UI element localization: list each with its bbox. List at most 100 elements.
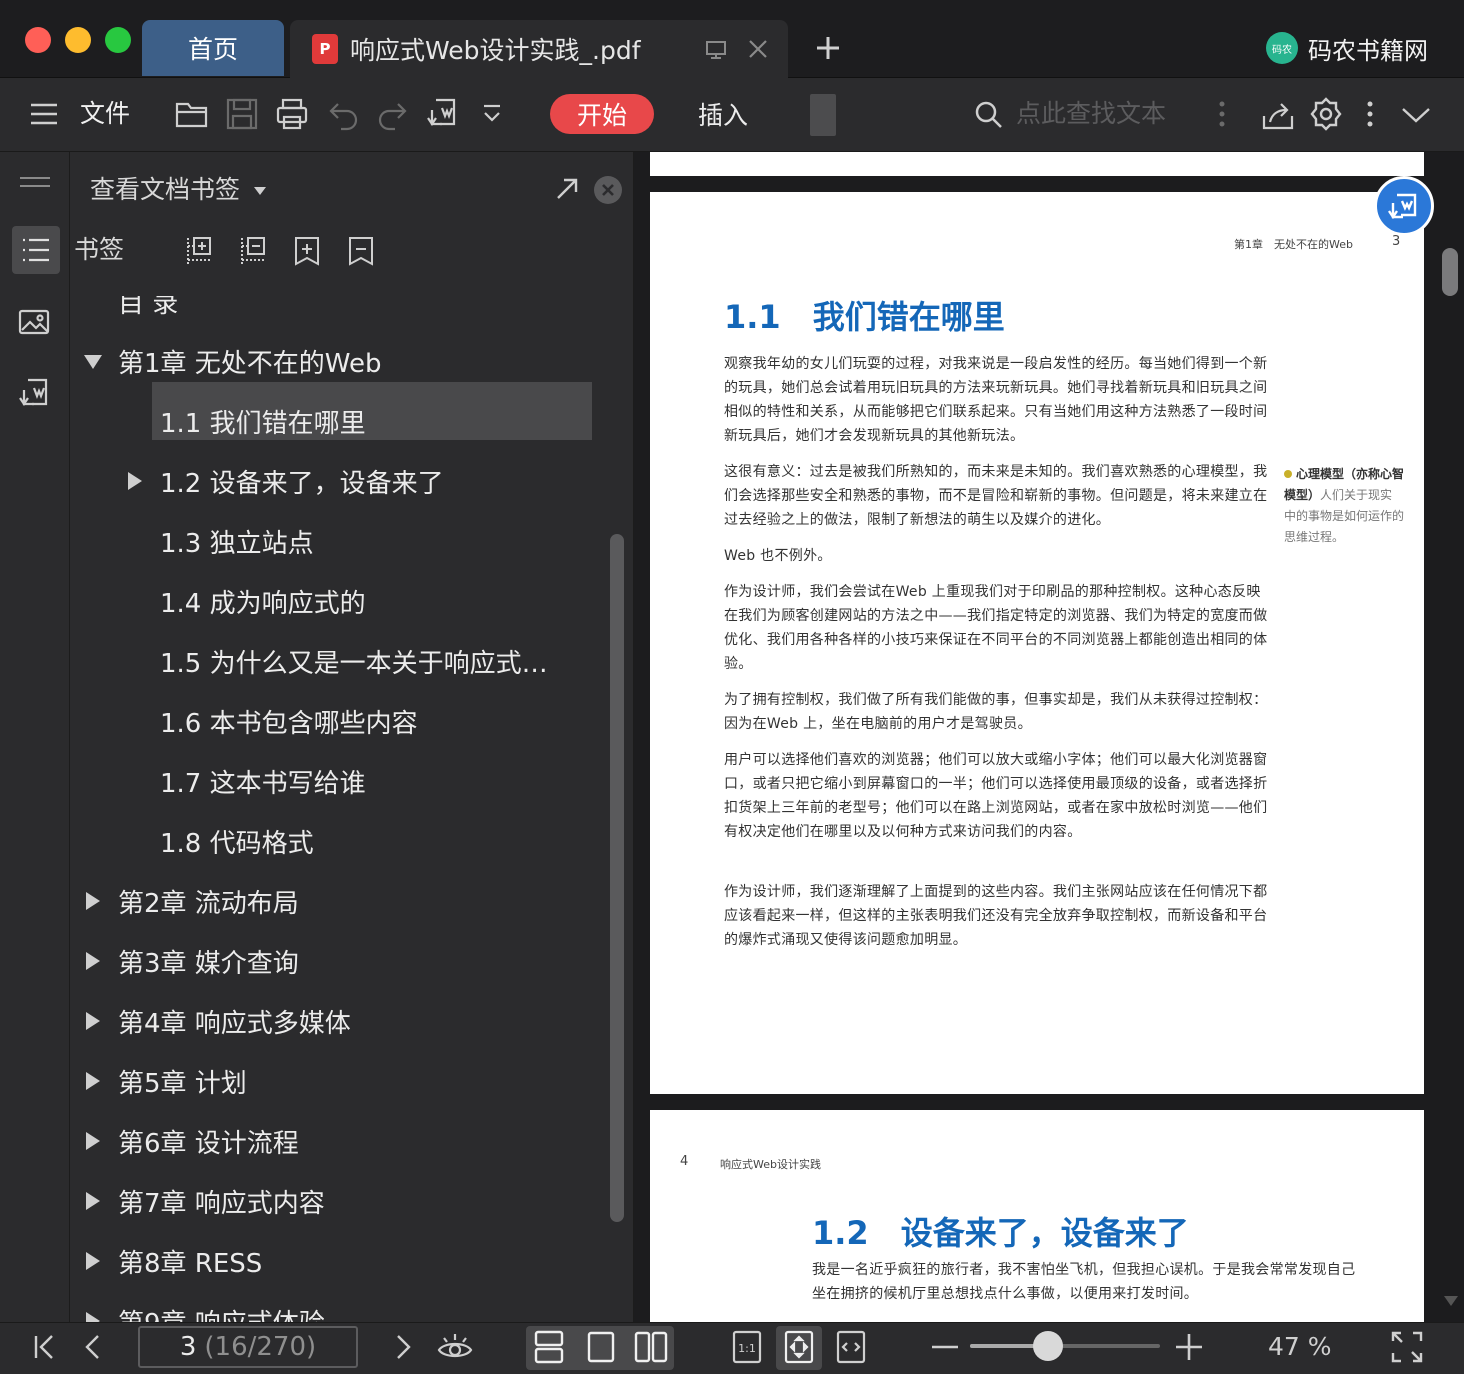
- zoom-out-icon[interactable]: [926, 1328, 964, 1366]
- floating-convert-button[interactable]: [1374, 176, 1434, 236]
- undock-panel-icon[interactable]: [554, 176, 580, 202]
- svg-text:1:1: 1:1: [738, 1342, 756, 1355]
- expand-arrow-right-icon[interactable]: [86, 1012, 100, 1030]
- close-window-button[interactable]: [25, 27, 51, 53]
- bookmark-item[interactable]: 第4章 响应式多媒体: [70, 992, 610, 1050]
- bookmark-label: 第6章 设计流程: [118, 1128, 299, 1159]
- save-icon[interactable]: [224, 96, 260, 132]
- bookmark-item[interactable]: 1.2 设备来了，设备来了: [70, 452, 610, 510]
- more-menu-icon[interactable]: [1352, 96, 1388, 132]
- bookmark-item[interactable]: 第2章 流动布局: [70, 872, 610, 930]
- bookmark-item[interactable]: 目 录: [70, 296, 610, 330]
- delete-bookmark-icon[interactable]: [346, 234, 376, 266]
- two-page-view-icon[interactable]: [632, 1328, 670, 1366]
- bookmark-item[interactable]: 第6章 设计流程: [70, 1112, 610, 1170]
- undo-icon[interactable]: [326, 96, 362, 132]
- bookmark-label: 1.6 本书包含哪些内容: [160, 708, 418, 739]
- continuous-view-icon[interactable]: [530, 1328, 568, 1366]
- document-scrollbar[interactable]: [1442, 248, 1458, 296]
- paragraph: 我是一名近乎疯狂的旅行者，我不害怕坐飞机，但我担心误机。于是我会常常发现自己坐在…: [812, 1262, 1356, 1302]
- bookmark-label: 目 录: [118, 296, 179, 319]
- monitor-icon[interactable]: [704, 38, 728, 62]
- search-options-icon[interactable]: [1204, 96, 1240, 132]
- more-tools-dropdown-icon[interactable]: [474, 96, 510, 132]
- bookmark-item[interactable]: 第1章 无处不在的Web: [70, 332, 610, 390]
- margin-note-bullet-icon: [1284, 470, 1292, 478]
- fit-width-icon[interactable]: [832, 1328, 870, 1366]
- actual-size-icon[interactable]: 1:1: [728, 1328, 766, 1366]
- bookmark-item[interactable]: 1.7 这本书写给谁: [70, 752, 610, 810]
- expand-arrow-right-icon[interactable]: [86, 1192, 100, 1210]
- rail-bookmarks-button[interactable]: [12, 226, 60, 274]
- bookmark-item[interactable]: 1.5 为什么又是一本关于响应式设…: [70, 632, 610, 690]
- expand-arrow-down-icon[interactable]: [84, 355, 102, 369]
- zoom-slider-handle[interactable]: [1033, 1331, 1064, 1361]
- bookmark-panel-scrollbar[interactable]: [610, 534, 624, 1222]
- single-page-view-icon[interactable]: [582, 1328, 620, 1366]
- tab-home[interactable]: 首页: [142, 20, 284, 76]
- scroll-down-arrow-icon[interactable]: [1444, 1296, 1458, 1306]
- brand-name: 码农书籍网: [1308, 36, 1428, 65]
- settings-gear-icon[interactable]: [1308, 96, 1344, 132]
- paragraph: 为了拥有控制权，我们做了所有我们能做的事，但事实却是，我们从未获得过控制权：因为…: [724, 692, 1268, 732]
- bookmark-item[interactable]: 1.8 代码格式: [70, 812, 610, 870]
- close-panel-icon[interactable]: [594, 176, 622, 204]
- rail-collapse-handle-icon[interactable]: [18, 174, 52, 190]
- rail-thumbnails-icon[interactable]: [16, 304, 52, 340]
- zoom-in-icon[interactable]: [1170, 1328, 1208, 1366]
- zoom-level[interactable]: 47 %: [1268, 1330, 1332, 1364]
- minimize-window-button[interactable]: [65, 27, 91, 53]
- share-icon[interactable]: [1260, 96, 1296, 132]
- bookmarks-section-label: 书签: [74, 235, 125, 264]
- first-page-icon[interactable]: [26, 1328, 64, 1366]
- search-icon[interactable]: [970, 96, 1006, 132]
- expand-arrow-right-icon[interactable]: [86, 1312, 100, 1322]
- bookmark-item[interactable]: 第9章 响应式体验: [70, 1292, 610, 1322]
- fullscreen-icon[interactable]: [1388, 1328, 1426, 1366]
- paragraph: 作为设计师，我们会尝试在Web 上重现我们对于印刷品的那种控制权。这种心态反映在…: [724, 584, 1268, 672]
- previous-page-icon[interactable]: [74, 1328, 112, 1366]
- fit-page-icon[interactable]: [780, 1328, 818, 1366]
- caret-down-icon: [253, 187, 266, 195]
- bookmark-label: 1.2 设备来了，设备来了: [160, 468, 444, 499]
- new-tab-icon[interactable]: [814, 34, 842, 62]
- close-tab-icon[interactable]: [746, 37, 770, 61]
- open-folder-icon[interactable]: [174, 96, 210, 132]
- bookmark-item[interactable]: 第7章 响应式内容: [70, 1172, 610, 1230]
- expand-arrow-right-icon[interactable]: [128, 472, 142, 490]
- panel-title-dropdown[interactable]: 查看文档书签: [90, 172, 266, 208]
- page-number: 4: [680, 1154, 689, 1169]
- bookmark-item[interactable]: 1.1 我们错在哪里: [70, 392, 610, 450]
- maximize-window-button[interactable]: [105, 27, 131, 53]
- expand-arrow-right-icon[interactable]: [86, 1132, 100, 1150]
- add-bookmark-icon[interactable]: [292, 234, 322, 266]
- bookmark-item[interactable]: 第5章 计划: [70, 1052, 610, 1110]
- document-viewport[interactable]: 第1章 无处不在的Web 3 1.1 我们错在哪里 观察我年幼的女儿们玩耍的过程…: [634, 152, 1464, 1322]
- bookmark-item[interactable]: 1.3 独立站点: [70, 512, 610, 570]
- tab-start[interactable]: 开始: [550, 94, 654, 134]
- bookmark-item[interactable]: 1.6 本书包含哪些内容: [70, 692, 610, 750]
- bookmark-item[interactable]: 1.4 成为响应式的: [70, 572, 610, 630]
- tab-insert[interactable]: 插入: [688, 94, 758, 134]
- page-number-input[interactable]: 3 (16/270): [138, 1326, 358, 1368]
- bookmark-item[interactable]: 第3章 媒介查询: [70, 932, 610, 990]
- brand: 码农 码农书籍网: [1266, 28, 1428, 68]
- next-page-icon[interactable]: [384, 1328, 422, 1366]
- expand-all-bookmarks-icon[interactable]: [184, 234, 214, 266]
- export-pdf-icon[interactable]: [424, 96, 460, 132]
- menu-icon[interactable]: [26, 96, 62, 132]
- bookmark-item[interactable]: 第8章 RESS: [70, 1232, 610, 1290]
- redo-icon[interactable]: [374, 96, 410, 132]
- collapse-all-bookmarks-icon[interactable]: [238, 234, 268, 266]
- rail-export-icon[interactable]: [16, 376, 52, 412]
- eye-protection-icon[interactable]: [436, 1328, 474, 1366]
- file-menu[interactable]: 文件: [80, 96, 130, 132]
- expand-arrow-right-icon[interactable]: [86, 1072, 100, 1090]
- collapse-toolbar-icon[interactable]: [1398, 96, 1434, 132]
- more-tabs-button[interactable]: [810, 94, 836, 136]
- expand-arrow-right-icon[interactable]: [86, 1252, 100, 1270]
- expand-arrow-right-icon[interactable]: [86, 952, 100, 970]
- search-input[interactable]: 点此查找文本: [1016, 96, 1166, 132]
- print-icon[interactable]: [274, 96, 310, 132]
- expand-arrow-right-icon[interactable]: [86, 892, 100, 910]
